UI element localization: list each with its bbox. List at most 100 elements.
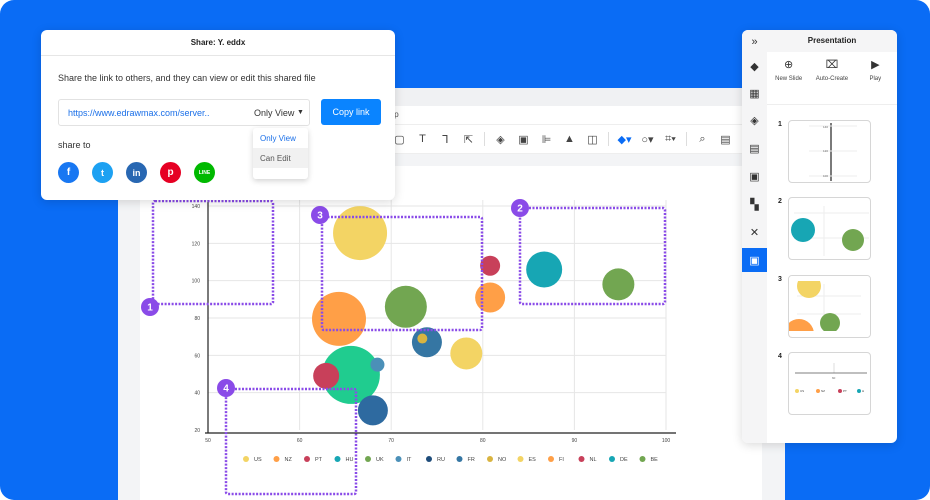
share-url[interactable]: https://www.edrawmax.com/server.. [68,108,210,118]
slide-thumbnail-3[interactable] [788,275,871,338]
slide4-legend: US [800,389,804,393]
linkedin-icon[interactable]: in [126,162,147,183]
chart-grid [208,200,667,430]
x-tick-label: 60 [297,438,303,444]
legend-label-no: NO [498,457,507,463]
legend-marker-be [639,456,646,462]
copy-link-button[interactable]: Copy link [321,99,381,125]
legend-label-es: ES [529,457,537,463]
legend-marker-es [517,456,524,462]
twitter-icon[interactable]: t [92,162,113,183]
easel-icon: ⌧ [825,59,839,71]
y-tick-label: 80 [194,316,200,322]
option-can-edit[interactable]: Can Edit [253,148,308,168]
bubble-be [602,268,635,301]
share-to-label: share to [58,140,91,150]
legend-label-fi: FI [559,457,564,463]
chart-legend: US NZ PT HU UK IT RU FR NO ES FI NL DE BE [243,456,658,463]
slide-number: 3 [778,276,782,283]
play-button[interactable]: ▶ Play [855,58,895,98]
presentation-panel: » ◆ ▦ ◈ ▤ ▣ ▚ ✕ ▣ Presentation ⊕ New Sli… [742,30,897,443]
callout-number-2: 2 [517,204,523,215]
divider [767,104,897,105]
legend-label-uk: UK [376,457,384,463]
share-description: Share the link to others, and they can v… [58,73,316,83]
legend-marker-nz [273,456,280,462]
slide4-legend: NZ [821,389,825,393]
slide4-legend: H [862,389,864,393]
puzzle-icon[interactable]: ▚ [742,192,767,216]
callout-number-4: 4 [223,384,229,395]
x-tick-label: 90 [572,438,578,444]
legend-marker-pt [304,456,310,462]
share-dialog-title: Share: Y. eddx [41,30,395,56]
bubble-nl [480,255,501,276]
bubble-no [417,333,428,344]
y-tick-label: 140 [192,204,201,210]
slide-number: 4 [778,353,782,360]
fill-icon[interactable]: ◆ [742,54,767,78]
legend-marker-ru [426,456,432,462]
line-icon[interactable]: LINE [194,162,215,183]
bubble-nz [311,291,366,346]
legend-marker-fr [456,456,463,462]
bubble-uk [384,285,427,328]
slide-number: 1 [778,121,782,128]
share-link-field[interactable]: https://www.edrawmax.com/server.. Only V… [58,99,310,126]
legend-label-de: DE [620,457,628,463]
legend-label-ru: RU [437,457,445,463]
auto-create-button[interactable]: ⌧ Auto-Create [812,58,852,98]
legend-marker-us [243,456,249,462]
legend-label-hu: HU [346,457,354,463]
grid-icon[interactable]: ▦ [742,81,767,105]
share-dialog: Share: Y. eddx Share the link to others,… [41,30,395,200]
slide-number: 2 [778,198,782,205]
callout-box-1 [151,199,275,306]
layers-icon[interactable]: ◈ [742,108,767,132]
legend-label-us: US [254,457,262,463]
x-tick-label: 70 [388,438,394,444]
facebook-icon[interactable]: f [58,162,79,183]
plus-circle-icon: ⊕ [784,59,794,71]
legend-label-nz: NZ [285,457,293,463]
legend-marker-it [395,456,402,462]
callout-number-3: 3 [317,211,323,222]
legend-marker-nl [578,456,585,462]
legend-marker-fi [548,456,554,462]
legend-label-it: IT [407,457,413,463]
new-slide-label: New Slide [775,76,803,82]
presentation-actions: ⊕ New Slide ⌧ Auto-Create ▶ Play [767,58,897,98]
y-tick-label: 40 [194,391,200,397]
auto-create-label: Auto-Create [815,76,849,82]
bubble-pt [313,362,340,389]
x-tick-label: 80 [480,438,486,444]
new-slide-button[interactable]: ⊕ New Slide [769,58,809,98]
slide-thumbnail-2[interactable] [788,197,871,260]
social-share-buttons: f t in p LINE [58,162,215,183]
callout-box-4 [224,387,358,496]
play-icon: ▶ [871,59,880,71]
mindmap-icon[interactable]: ✕ [742,220,767,244]
option-only-view[interactable]: Only View [253,128,308,148]
page-icon[interactable]: ▤ [742,136,767,160]
legend-label-pt: PT [315,457,323,463]
y-tick-label: 60 [194,353,200,359]
slide-thumbnail-1[interactable]: 140 120 100 [788,120,871,183]
caret-down-icon[interactable]: ▼ [297,109,304,116]
play-label: Play [869,76,882,82]
bubble-ru [357,395,388,426]
collapse-icon[interactable]: » [742,30,767,54]
x-tick-label: 100 [662,438,671,444]
slide1-tick: 120 [823,149,828,153]
image-icon[interactable]: ▣ [742,164,767,188]
permission-select[interactable]: Only View [254,108,294,118]
slide-thumbnail-4[interactable]: 60 US NZ PT H [788,352,871,415]
presentation-icon[interactable]: ▣ [742,248,767,272]
presentation-title: Presentation [767,30,897,52]
right-sidebar: » ◆ ▦ ◈ ▤ ▣ ▚ ✕ ▣ [742,30,767,443]
legend-label-be: BE [651,457,659,463]
slide1-tick: 100 [823,174,828,178]
legend-label-fr: FR [468,457,475,463]
legend-label-nl: NL [590,457,597,463]
pinterest-icon[interactable]: p [160,162,181,183]
